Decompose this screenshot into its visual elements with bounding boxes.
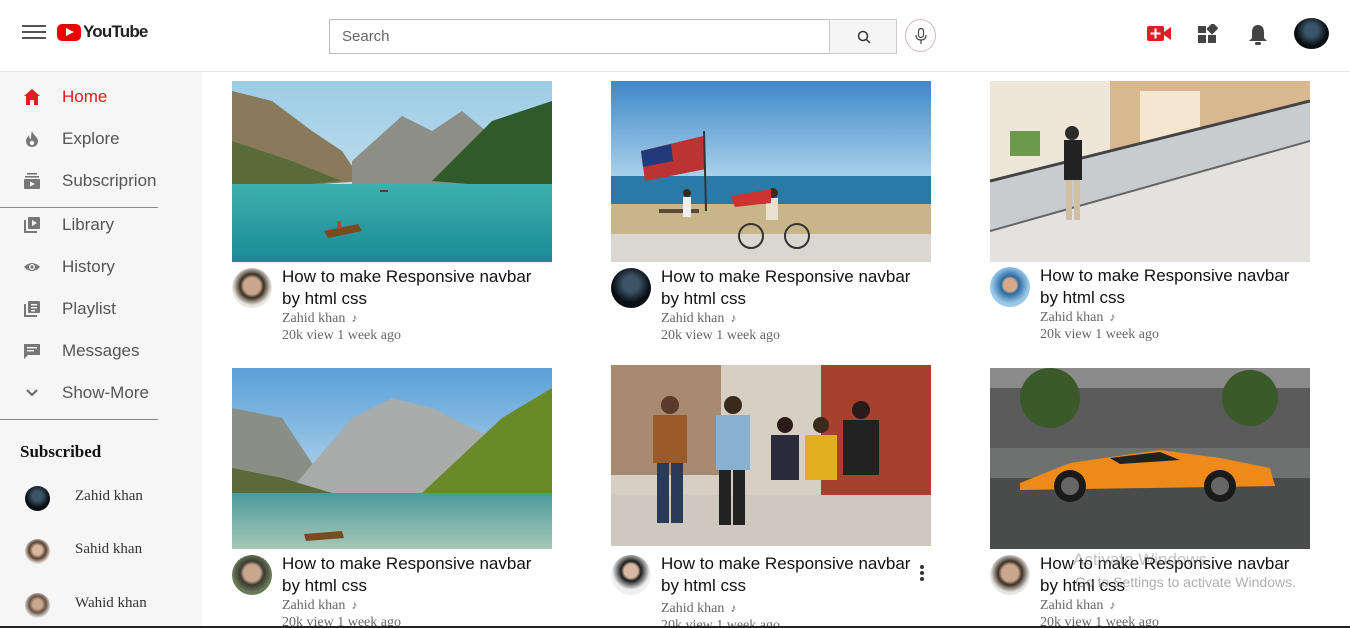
sidebar-item-label: Messages	[62, 341, 140, 360]
chevron-down-icon	[26, 389, 38, 397]
sidebar-item-subscription[interactable]: Subscriprion	[0, 162, 180, 200]
apps-icon[interactable]	[1198, 22, 1219, 49]
sidebar-divider	[0, 419, 158, 420]
subscription-item[interactable]: Zahid khan	[0, 479, 180, 515]
subscription-name: Zahid khan	[75, 488, 143, 504]
subscription-name: Sahid khan	[75, 541, 143, 557]
subscriptions-icon	[24, 173, 40, 189]
more-options-icon[interactable]	[919, 565, 925, 583]
video-meta: 20k view 1 week ago	[661, 328, 780, 343]
playlist-icon	[24, 301, 40, 317]
channel-name[interactable]: Zahid khan ♪	[282, 598, 357, 614]
channel-name-text: Zahid khan	[661, 601, 725, 616]
video-title[interactable]: How to make Responsive navbar by html cs…	[661, 553, 921, 597]
watermark-title: Activate Windows	[1073, 550, 1208, 569]
subscribed-heading: Subscribed	[20, 442, 102, 461]
music-note-icon: ♪	[351, 311, 358, 325]
avatar	[25, 486, 50, 511]
sidebar-item-messages[interactable]: Messages	[0, 332, 180, 370]
subscription-item[interactable]: Wahid khan	[0, 586, 180, 622]
video-thumbnail[interactable]	[232, 368, 552, 549]
play-logo-icon	[57, 23, 81, 41]
sidebar-item-label: Explore	[62, 129, 120, 148]
channel-avatar[interactable]	[611, 268, 651, 308]
video-thumbnail[interactable]	[611, 365, 931, 546]
channel-name-text: Zahid khan	[282, 598, 346, 613]
music-note-icon: ♪	[730, 311, 737, 325]
channel-name-text: Zahid khan	[1040, 598, 1104, 613]
sidebar: Home Explore Subscriprion Library Histor…	[0, 72, 202, 628]
channel-avatar[interactable]	[611, 555, 651, 595]
channel-name[interactable]: Zahid khan ♪	[661, 311, 736, 327]
video-thumbnail[interactable]	[990, 81, 1310, 262]
watermark-subtitle: Go to Settings to activate Windows.	[1075, 574, 1296, 590]
video-title[interactable]: How to make Responsive navbar by html cs…	[282, 553, 542, 597]
video-title[interactable]: How to make Responsive navbar by html cs…	[1040, 265, 1300, 309]
channel-name[interactable]: Zahid khan ♪	[282, 311, 357, 327]
video-card[interactable]: How to make Responsive navbar by html cs…	[990, 81, 1310, 371]
channel-name-text: Zahid khan	[1040, 310, 1104, 325]
channel-name[interactable]: Zahid khan ♪	[1040, 598, 1115, 614]
subscription-name: Wahid khan	[75, 595, 147, 611]
sidebar-item-show-more[interactable]: Show-More	[0, 374, 180, 412]
bell-icon[interactable]	[1248, 24, 1268, 51]
channel-name-text: Zahid khan	[282, 311, 346, 326]
video-meta: 20k view 1 week ago	[1040, 327, 1159, 342]
video-thumbnail[interactable]	[611, 81, 931, 262]
channel-name[interactable]: Zahid khan ♪	[661, 601, 736, 617]
sidebar-item-label: Show-More	[62, 383, 149, 402]
subscription-item[interactable]: Sahid khan	[0, 532, 180, 568]
avatar	[25, 593, 50, 618]
channel-avatar[interactable]	[990, 267, 1030, 307]
video-create-icon[interactable]	[1147, 24, 1172, 48]
sidebar-item-label: Playlist	[62, 299, 116, 318]
music-note-icon: ♪	[351, 598, 358, 612]
avatar	[25, 539, 50, 564]
sidebar-item-history[interactable]: History	[0, 248, 180, 286]
video-title[interactable]: How to make Responsive navbar by html cs…	[661, 266, 921, 310]
music-note-icon: ♪	[730, 601, 737, 615]
video-title[interactable]: How to make Responsive navbar by html cs…	[282, 266, 542, 310]
voice-search-button[interactable]	[905, 19, 936, 52]
sidebar-item-label: Home	[62, 87, 108, 106]
sidebar-item-explore[interactable]: Explore	[0, 120, 180, 158]
search-button[interactable]	[829, 19, 897, 54]
channel-name[interactable]: Zahid khan ♪	[1040, 310, 1115, 326]
music-note-icon: ♪	[1109, 598, 1116, 612]
top-bar: YouTube	[0, 0, 1350, 72]
mic-icon	[915, 28, 927, 44]
sidebar-item-library[interactable]: Library	[0, 206, 180, 244]
home-icon	[24, 89, 40, 105]
logo-text: YouTube	[83, 22, 148, 41]
video-thumbnail[interactable]	[232, 81, 552, 262]
video-card[interactable]: How to make Responsive navbar by html cs…	[232, 368, 552, 628]
video-meta: 20k view 1 week ago	[282, 328, 401, 343]
message-icon	[24, 344, 40, 359]
channel-avatar[interactable]	[990, 555, 1030, 595]
fire-icon	[26, 131, 38, 147]
activate-windows-watermark: Activate Windows Go to Settings to activ…	[1073, 550, 1296, 590]
search-input[interactable]	[329, 19, 829, 54]
eye-icon	[24, 263, 40, 271]
user-avatar[interactable]	[1294, 18, 1329, 49]
sidebar-item-label: Library	[62, 215, 114, 234]
video-card[interactable]: How to make Responsive navbar by html cs…	[611, 365, 931, 628]
video-card[interactable]: How to make Responsive navbar by html cs…	[611, 81, 931, 371]
search-icon	[857, 30, 871, 44]
sidebar-item-label: Subscriprion	[62, 171, 157, 190]
channel-avatar[interactable]	[232, 268, 272, 308]
sidebar-item-home[interactable]: Home	[0, 78, 180, 116]
sidebar-item-label: History	[62, 257, 115, 276]
channel-name-text: Zahid khan	[661, 311, 725, 326]
video-card[interactable]: How to make Responsive navbar by html cs…	[232, 81, 552, 371]
menu-icon[interactable]	[22, 25, 46, 43]
youtube-logo[interactable]: YouTube	[57, 22, 148, 42]
video-thumbnail[interactable]	[990, 368, 1310, 549]
sidebar-item-playlist[interactable]: Playlist	[0, 290, 180, 328]
library-icon	[24, 217, 40, 233]
channel-avatar[interactable]	[232, 555, 272, 595]
music-note-icon: ♪	[1109, 310, 1116, 324]
